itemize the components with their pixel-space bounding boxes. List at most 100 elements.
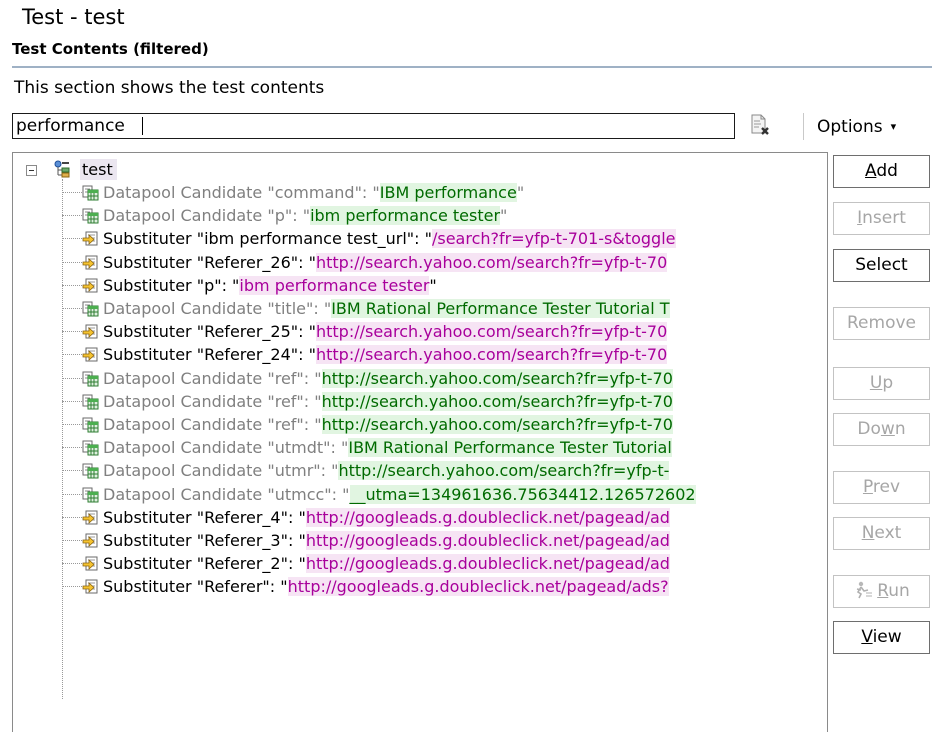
tree-item-name: Datapool Candidate "utmdt": " xyxy=(103,438,349,458)
datapool-candidate-icon xyxy=(82,393,99,410)
add-button[interactable]: Add xyxy=(833,155,930,188)
tree-connector xyxy=(62,424,84,425)
remove-button[interactable]: Remove xyxy=(833,307,930,340)
tree-item-name: Datapool Candidate "utmr": " xyxy=(103,461,339,481)
section-title[interactable]: Test Contents (filtered) xyxy=(12,40,209,58)
tree-connector xyxy=(62,377,84,379)
substituter-icon xyxy=(82,323,99,340)
tree-item-name: Substituter "Referer_26": " xyxy=(103,252,316,272)
tree-item-text: Substituter "Referer_25": "http://search… xyxy=(103,320,668,343)
tree-connector xyxy=(62,192,84,193)
add-button-label: Add xyxy=(865,161,898,181)
tree-connector xyxy=(62,586,84,588)
tree-item-value: /search?fr=yfp-t-701-s&toggle xyxy=(431,229,676,249)
substituter-icon xyxy=(82,277,99,294)
tree-item-name: Substituter "Referer_24": " xyxy=(103,345,316,365)
toolbar-separator xyxy=(803,113,804,140)
insert-button-label: Insert xyxy=(857,208,906,228)
tree-connector xyxy=(62,400,84,402)
tree-item-value: __utma=134961636.75634412.126572602 xyxy=(349,484,696,504)
tree-item-name: Substituter "Referer": " xyxy=(103,577,288,597)
datapool-candidate-icon xyxy=(82,486,99,503)
datapool-candidate-icon xyxy=(82,416,99,433)
tree-item-text: Datapool Candidate "p": "ibm performance… xyxy=(103,204,507,227)
tree-item-value: http://search.yahoo.com/search?fr=yfp-t-… xyxy=(321,368,673,388)
tree-item-text: Datapool Candidate "utmr": "http://searc… xyxy=(103,459,670,482)
tree-item-text: Datapool Candidate "command": "IBM perfo… xyxy=(103,181,524,204)
datapool-candidate-icon xyxy=(82,370,99,387)
datapool-candidate-icon xyxy=(82,462,99,479)
tree-item-value: http://googleads.g.doubleclick.net/pagea… xyxy=(305,554,670,574)
section-separator xyxy=(12,66,932,68)
tree-item-name: Datapool Candidate "title": " xyxy=(103,299,332,318)
datapool-candidate-icon xyxy=(82,184,99,201)
tree-item-quote: " xyxy=(516,183,525,202)
tree-item-text: Substituter "Referer": "http://googleads… xyxy=(103,575,669,598)
tree-item-name: Substituter "Referer_3": " xyxy=(103,531,306,550)
up-button-label: Up xyxy=(869,373,894,393)
tree-item-value: ibm performance tester xyxy=(310,206,501,226)
select-button[interactable]: Select xyxy=(833,249,930,282)
tree-connector xyxy=(62,493,84,495)
tree-connector xyxy=(62,284,84,286)
tree-item-text: Datapool Candidate "ref": "http://search… xyxy=(103,390,673,413)
tree-item-value: http://search.yahoo.com/search?fr=yfp-t-… xyxy=(315,252,668,272)
options-label: Options xyxy=(817,117,883,137)
tree-item-text: Substituter "ibm performance test_url": … xyxy=(103,227,676,250)
tree-item-text: Datapool Candidate "ref": "http://search… xyxy=(103,367,673,390)
tree-item-name: Datapool Candidate "utmcc": " xyxy=(103,484,350,504)
tree-item-value: http://googleads.g.doubleclick.net/pagea… xyxy=(305,507,670,527)
test-contents-tree[interactable]: test Datapool Candidate "command": "IBM … xyxy=(12,152,828,732)
tree-item-text: Substituter "Referer_3": "http://googlea… xyxy=(103,529,670,552)
tree-item-quote: " xyxy=(429,275,437,295)
tree-item-text: Substituter "p": "ibm performance tester… xyxy=(103,274,437,297)
insert-button[interactable]: Insert xyxy=(833,202,930,235)
substituter-icon xyxy=(82,346,99,363)
view-button-label: View xyxy=(861,627,902,647)
tree-root-label[interactable]: test xyxy=(80,159,117,180)
tree-connector xyxy=(62,308,84,309)
tree-item-name: Datapool Candidate "ref": " xyxy=(103,391,322,411)
prev-button[interactable]: Prev xyxy=(833,471,930,504)
substituter-icon xyxy=(82,509,99,526)
tree-item-value: http://googleads.g.doubleclick.net/pagea… xyxy=(287,577,669,597)
run-button-label: Run xyxy=(877,581,910,601)
tree-connector xyxy=(62,238,84,240)
tree-item-value: ibm performance tester xyxy=(239,275,430,295)
view-button[interactable]: View xyxy=(833,621,930,654)
tree-connector xyxy=(62,331,84,333)
substituter-icon xyxy=(82,578,99,595)
tree-item-name: Datapool Candidate "ref": " xyxy=(103,415,322,434)
next-button[interactable]: Next xyxy=(833,517,930,550)
tree-connector xyxy=(62,516,84,518)
tree-item-value: http://search.yahoo.com/search?fr=yfp-t-… xyxy=(321,415,673,434)
tree-item-value: IBM performance xyxy=(379,183,517,202)
tree-item-name: Substituter "Referer_4": " xyxy=(103,507,306,527)
collapse-icon[interactable] xyxy=(26,165,37,176)
datapool-candidate-icon xyxy=(82,439,99,456)
tree-item-value: http://search.yahoo.com/search?fr=yfp-t-… xyxy=(315,345,668,365)
tree-item-text: Substituter "Referer_24": "http://search… xyxy=(103,343,668,366)
tree-item-value: http://search.yahoo.com/search?fr=yfp-t- xyxy=(338,461,670,481)
tree-item-name: Datapool Candidate "ref": " xyxy=(103,368,322,388)
tree-connector xyxy=(62,215,84,217)
filter-input[interactable] xyxy=(12,113,735,139)
remove-button-label: Remove xyxy=(847,313,916,333)
datapool-candidate-icon xyxy=(82,300,99,317)
run-button[interactable]: Run xyxy=(833,575,930,608)
clear-filter-icon[interactable] xyxy=(749,113,771,137)
options-menu[interactable]: Options ▾ xyxy=(817,117,896,137)
section-description: This section shows the test contents xyxy=(14,78,325,98)
tree-item-value: http://googleads.g.doubleclick.net/pagea… xyxy=(305,531,670,550)
up-button[interactable]: Up xyxy=(833,367,930,400)
tree-guide-line xyxy=(62,179,63,699)
tree-item-name: Substituter "ibm performance test_url": … xyxy=(103,229,432,249)
tree-item-text: Substituter "Referer_2": "http://googlea… xyxy=(103,552,670,575)
tree-item-text: Datapool Candidate "utmdt": "IBM Rationa… xyxy=(103,436,672,459)
next-button-label: Next xyxy=(861,523,902,543)
text-caret xyxy=(142,117,143,135)
down-button[interactable]: Down xyxy=(833,413,930,446)
tree-item-name: Substituter "Referer_25": " xyxy=(103,322,316,342)
tree-connector xyxy=(62,470,84,472)
prev-button-label: Prev xyxy=(862,477,901,497)
